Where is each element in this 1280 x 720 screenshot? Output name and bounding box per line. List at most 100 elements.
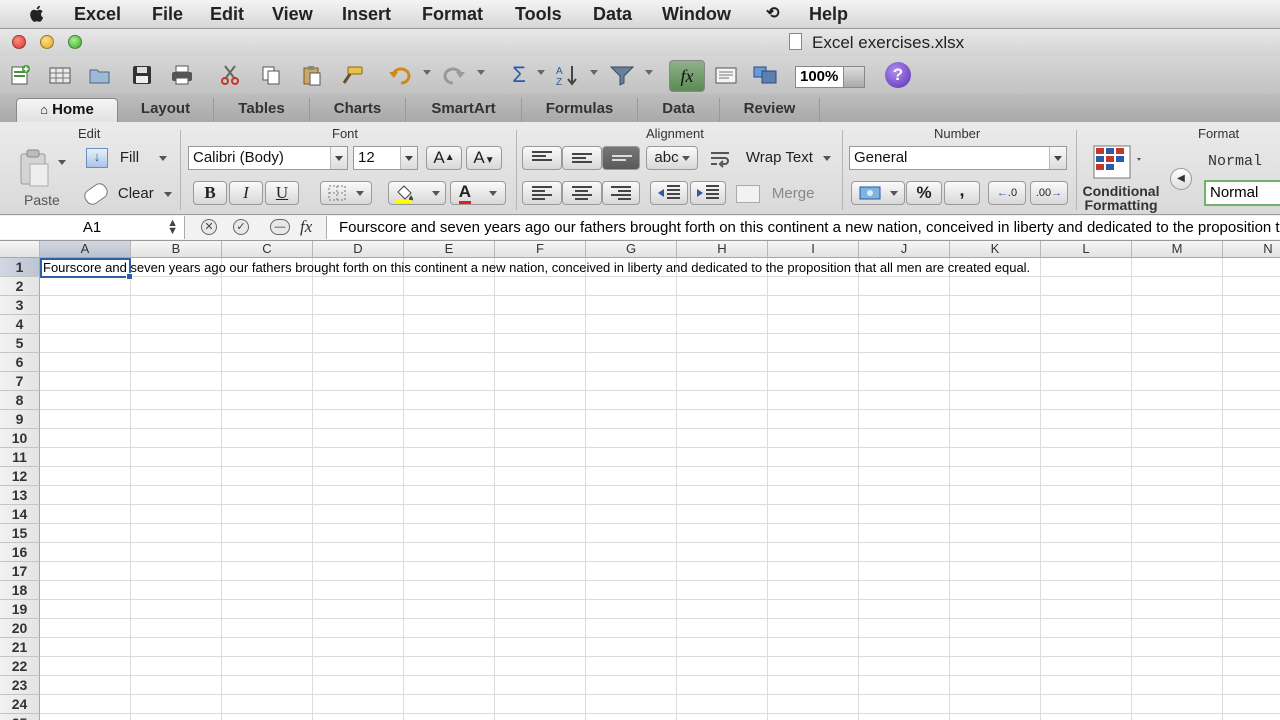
row-header-9[interactable]: 9 (0, 410, 40, 429)
merge-button[interactable]: Merge (736, 182, 834, 220)
name-box[interactable]: A1 ▲ ▼ (0, 216, 185, 239)
open-icon[interactable] (86, 61, 114, 89)
close-window-button[interactable] (12, 35, 26, 49)
row-header-15[interactable]: 15 (0, 524, 40, 543)
menu-file[interactable]: File (152, 4, 183, 25)
style-normal-swatch[interactable]: Normal (1204, 180, 1280, 206)
menu-app-excel[interactable]: Excel (74, 4, 121, 25)
zoom-window-button[interactable] (68, 35, 82, 49)
font-color-button[interactable]: A (450, 181, 506, 205)
undo-dropdown-icon[interactable] (423, 70, 431, 75)
decrease-decimal-button[interactable]: .00→ (1030, 181, 1068, 205)
font-size-combo[interactable]: 12 (353, 146, 418, 170)
styles-scroll-left-icon[interactable]: ◀ (1170, 168, 1192, 190)
format-painter-icon[interactable] (338, 61, 366, 89)
comma-style-button[interactable]: , (944, 181, 980, 205)
currency-button[interactable] (851, 181, 905, 205)
sort-icon[interactable]: AZ (553, 61, 581, 89)
row-header-4[interactable]: 4 (0, 315, 40, 334)
row-header-13[interactable]: 13 (0, 486, 40, 505)
column-header-d[interactable]: D (313, 241, 404, 258)
row-header-8[interactable]: 8 (0, 391, 40, 410)
shrink-font-button[interactable]: A▼ (466, 146, 502, 170)
menu-tools[interactable]: Tools (515, 4, 562, 25)
row-header-10[interactable]: 10 (0, 429, 40, 448)
help-icon[interactable]: ? (885, 62, 911, 88)
menu-help[interactable]: Help (809, 4, 848, 25)
row-header-2[interactable]: 2 (0, 277, 40, 296)
paste-icon[interactable] (298, 61, 326, 89)
column-header-i[interactable]: I (768, 241, 859, 258)
name-box-stepper-icon[interactable]: ▲ ▼ (167, 218, 178, 237)
tab-home[interactable]: ⌂ Home (16, 98, 118, 122)
selected-cell-a1[interactable] (40, 258, 133, 280)
tab-data[interactable]: Data (638, 98, 720, 122)
fill-handle[interactable] (126, 273, 133, 280)
row-header-21[interactable]: 21 (0, 638, 40, 657)
tab-tables[interactable]: Tables (214, 98, 310, 122)
row-header-3[interactable]: 3 (0, 296, 40, 315)
column-header-j[interactable]: J (859, 241, 950, 258)
formula-dropdown-icon[interactable]: — (270, 219, 290, 235)
column-header-f[interactable]: F (495, 241, 586, 258)
print-icon[interactable] (168, 61, 196, 89)
row-header-22[interactable]: 22 (0, 657, 40, 676)
column-header-k[interactable]: K (950, 241, 1041, 258)
align-left-button[interactable] (522, 181, 562, 205)
menu-data[interactable]: Data (593, 4, 632, 25)
number-format-combo[interactable]: General (849, 146, 1067, 170)
row-header-7[interactable]: 7 (0, 372, 40, 391)
column-header-h[interactable]: H (677, 241, 768, 258)
minimize-window-button[interactable] (40, 35, 54, 49)
menu-format[interactable]: Format (422, 4, 483, 25)
fill-color-button[interactable] (388, 181, 446, 205)
row-header-16[interactable]: 16 (0, 543, 40, 562)
increase-decimal-button[interactable]: ←.0 (988, 181, 1026, 205)
clear-button[interactable]: Clear (81, 180, 174, 208)
script-menu-icon[interactable]: ⟲ (766, 3, 779, 23)
align-right-button[interactable] (602, 181, 640, 205)
font-size-dropdown-icon[interactable] (400, 147, 417, 169)
row-header-24[interactable]: 24 (0, 695, 40, 714)
bold-button[interactable]: B (193, 181, 227, 205)
autosum-dropdown-icon[interactable] (537, 70, 545, 75)
apple-menu-icon[interactable] (26, 3, 48, 25)
row-header-20[interactable]: 20 (0, 619, 40, 638)
increase-indent-button[interactable] (690, 181, 726, 205)
tab-layout[interactable]: Layout (118, 98, 214, 122)
select-all-corner[interactable] (0, 241, 40, 258)
column-header-l[interactable]: L (1041, 241, 1132, 258)
row-header-11[interactable]: 11 (0, 448, 40, 467)
row-header-6[interactable]: 6 (0, 353, 40, 372)
tab-formulas[interactable]: Formulas (522, 98, 638, 122)
tab-smartart[interactable]: SmartArt (406, 98, 522, 122)
menu-insert[interactable]: Insert (342, 4, 391, 25)
zoom-combo[interactable]: 100% (795, 66, 865, 88)
row-header-12[interactable]: 12 (0, 467, 40, 486)
row-header-19[interactable]: 19 (0, 600, 40, 619)
paste-button[interactable]: Paste (16, 148, 74, 210)
column-header-n[interactable]: N (1223, 241, 1280, 258)
row-header-23[interactable]: 23 (0, 676, 40, 695)
media-browser-icon[interactable] (752, 61, 780, 89)
filter-dropdown-icon[interactable] (645, 70, 653, 75)
column-header-g[interactable]: G (586, 241, 677, 258)
cancel-entry-icon[interactable]: ✕ (201, 219, 217, 235)
row-header-5[interactable]: 5 (0, 334, 40, 353)
borders-button[interactable] (320, 181, 372, 205)
column-header-c[interactable]: C (222, 241, 313, 258)
column-header-a[interactable]: A (40, 241, 131, 258)
tab-review[interactable]: Review (720, 98, 820, 122)
menu-window[interactable]: Window (662, 4, 731, 25)
copy-icon[interactable] (257, 61, 285, 89)
percent-button[interactable]: % (906, 181, 942, 205)
autosum-icon[interactable]: Σ (505, 61, 533, 89)
align-bottom-button[interactable] (602, 146, 640, 170)
redo-icon[interactable] (440, 61, 468, 89)
orientation-button[interactable]: abc (646, 146, 698, 170)
underline-button[interactable]: U (265, 181, 299, 205)
spreadsheet-grid[interactable]: ABCDEFGHIJKLMN 1 2 3 4 5 6 7 8 9 10 11 12 13 14 15 16 17… (0, 241, 1280, 720)
italic-button[interactable]: I (229, 181, 263, 205)
column-header-m[interactable]: M (1132, 241, 1223, 258)
formula-input[interactable]: Fourscore and seven years ago our father… (326, 216, 1280, 239)
